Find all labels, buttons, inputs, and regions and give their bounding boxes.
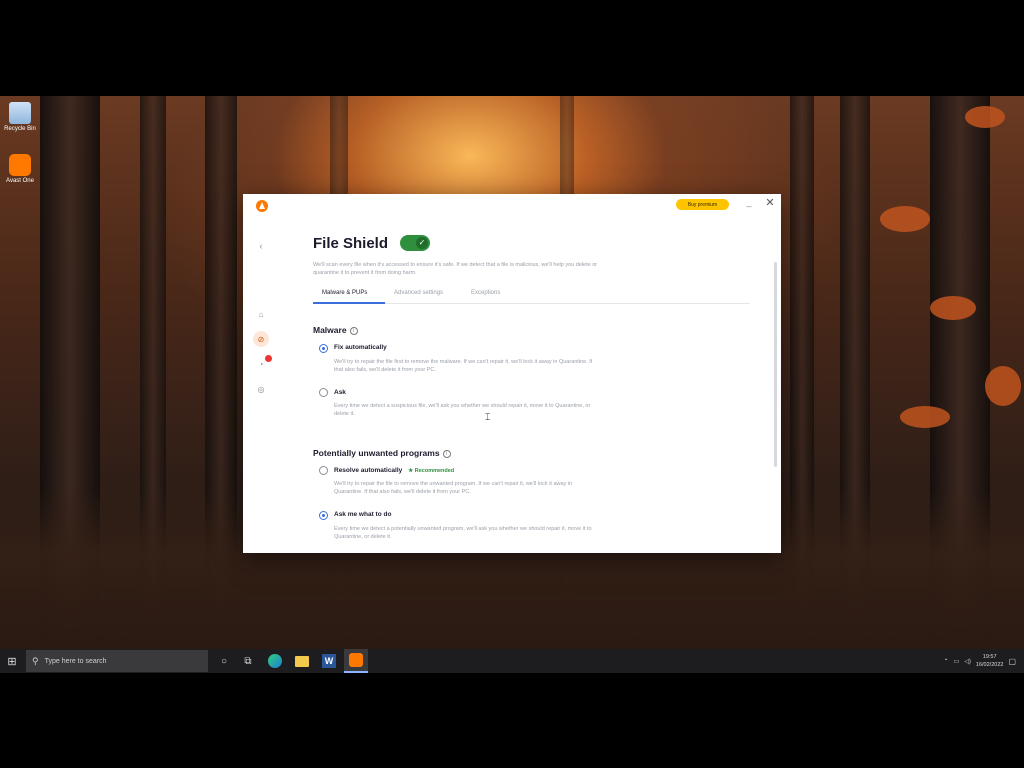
avast-icon — [9, 154, 31, 176]
task-view-icon[interactable]: ⧉ — [236, 649, 260, 673]
info-icon[interactable]: i — [442, 450, 451, 458]
notifications-icon[interactable]: ▢ — [1008, 657, 1016, 666]
chevron-up-icon[interactable]: ⌃ — [944, 658, 949, 665]
page-title: File Shield — [313, 235, 389, 252]
file-explorer-icon[interactable] — [290, 649, 314, 673]
option-label: Resolve automatically ★ Recommended — [334, 467, 454, 474]
desktop-icon-label: Recycle Bin — [4, 126, 36, 132]
wallpaper-leaves — [985, 366, 1021, 406]
volume-icon[interactable]: ◁) — [964, 658, 971, 665]
checkmark-icon: ✓ — [416, 237, 428, 249]
search-icon: ⚲ — [32, 655, 39, 666]
option-description: We'll try to repair the file first to re… — [334, 359, 593, 373]
video-frame: Recycle Bin Avast One Buy premium _ ✕ ‹ … — [0, 0, 1024, 768]
windows-start-icon[interactable]: ⊞ — [0, 649, 24, 673]
tab-exceptions[interactable]: Exceptions — [471, 290, 500, 296]
settings-content: File Shield ✓ We'll scan every file when… — [313, 230, 753, 553]
settings-tabs: Malware & PUPs Advanced settings Excepti… — [313, 288, 750, 304]
option-label-text: Resolve automatically — [334, 467, 403, 474]
edge-icon[interactable] — [263, 649, 287, 673]
cortana-icon[interactable]: ○ — [212, 649, 236, 673]
pup-section-title: Potentially unwanted programs i — [313, 448, 451, 458]
option-description: We'll try to repair the file to remove t… — [334, 481, 573, 495]
home-icon[interactable]: ⌂ — [253, 306, 269, 322]
resolve-automatically-radio[interactable] — [319, 466, 328, 475]
option-label: Fix automatically — [334, 344, 387, 351]
wallpaper-leaves — [965, 106, 1005, 128]
active-tab-indicator — [313, 302, 385, 304]
performance-icon[interactable]: ◎ — [253, 381, 269, 397]
recommended-badge: ★ Recommended — [408, 468, 455, 474]
sidebar: ‹ ⌂ ⊘ ◔ ◎ — [243, 218, 279, 553]
malware-section-title: Malware i — [313, 325, 358, 335]
malware-title-text: Malware — [313, 325, 347, 335]
system-tray: ⌃ ▭ ◁) 19:57 16/02/2022 ▢ — [944, 653, 1024, 669]
clock-time: 19:57 — [982, 654, 997, 660]
wallpaper-leaves — [930, 296, 976, 320]
recycle-bin-icon — [9, 102, 31, 124]
wallpaper-leaves — [900, 406, 950, 428]
word-icon[interactable]: W — [317, 649, 341, 673]
title-bar: Buy premium _ ✕ — [243, 194, 781, 218]
mouse-cursor-icon: ⌶ — [485, 412, 491, 422]
clock[interactable]: 19:57 16/02/2022 — [976, 653, 1004, 669]
tab-advanced-settings[interactable]: Advanced settings — [394, 290, 443, 296]
close-button[interactable]: ✕ — [764, 197, 776, 209]
protection-icon[interactable]: ⊘ — [253, 331, 269, 347]
taskbar: ⊞ ⚲ Type here to search ○ ⧉ W ⌃ ▭ ◁) 19:… — [0, 649, 1024, 673]
fix-automatically-radio[interactable] — [319, 344, 328, 353]
pup-title-text: Potentially unwanted programs — [313, 448, 440, 458]
buy-premium-button[interactable]: Buy premium — [676, 199, 729, 210]
desktop-icon-avast[interactable]: Avast One — [0, 154, 40, 184]
option-description: Every time we detect a potentially unwan… — [334, 526, 592, 540]
avast-logo-icon — [256, 200, 268, 212]
option-label: Ask me what to do — [334, 511, 392, 518]
back-button[interactable]: ‹ — [253, 238, 269, 254]
notification-badge — [265, 355, 272, 362]
desktop-icon-recycle-bin[interactable]: Recycle Bin — [0, 102, 40, 132]
option-label: Ask — [334, 389, 346, 396]
avast-taskbar-icon[interactable] — [344, 649, 368, 673]
page-description: We'll scan every file when it's accessed… — [313, 262, 598, 276]
search-box[interactable]: ⚲ Type here to search — [26, 650, 208, 672]
info-icon[interactable]: i — [349, 327, 358, 335]
minimize-button[interactable]: _ — [743, 198, 755, 210]
ask-radio[interactable] — [319, 388, 328, 397]
option-description: Every time we detect a suspicious file, … — [334, 403, 591, 417]
network-icon[interactable]: ▭ — [954, 658, 960, 665]
ask-me-radio[interactable] — [319, 511, 328, 520]
scrollbar[interactable] — [774, 262, 777, 467]
search-placeholder: Type here to search — [44, 657, 107, 665]
file-shield-toggle[interactable]: ✓ — [400, 235, 430, 251]
wallpaper-leaves — [880, 206, 930, 232]
clock-date: 16/02/2022 — [975, 662, 1004, 668]
desktop-icon-label: Avast One — [6, 178, 34, 184]
tab-malware-pups[interactable]: Malware & PUPs — [322, 290, 367, 296]
avast-window: Buy premium _ ✕ ‹ ⌂ ⊘ ◔ ◎ File Shield ✓ … — [243, 194, 781, 553]
